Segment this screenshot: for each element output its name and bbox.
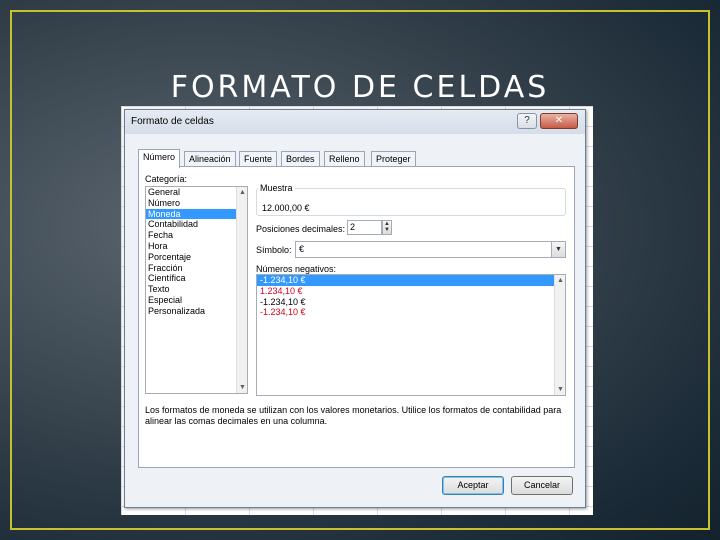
category-listbox[interactable]: General Número Moneda Contabilidad Fecha Hora… — [145, 186, 248, 394]
tab-fuente[interactable]: Fuente — [239, 151, 278, 167]
symbol-value: € — [299, 244, 305, 254]
category-item[interactable]: Porcentaje — [146, 252, 247, 263]
category-item[interactable]: Contabilidad — [146, 219, 247, 230]
screenshot-image: Formato de celdas ? ✕ Número Alineación … — [121, 106, 593, 515]
category-item[interactable]: Fecha — [146, 230, 247, 241]
negative-format-item[interactable]: -1.234,10 € — [257, 307, 565, 318]
category-item[interactable]: Moneda — [146, 208, 247, 220]
dialog-titlebar: Formato de celdas ? ✕ — [125, 110, 585, 134]
format-cells-dialog: Formato de celdas ? ✕ Número Alineación … — [124, 109, 586, 508]
scroll-down-arrow-icon[interactable]: ▼ — [237, 382, 248, 393]
close-icon: ✕ — [554, 115, 564, 126]
accept-button[interactable]: Aceptar — [442, 476, 504, 495]
decimals-input[interactable]: 2 — [347, 220, 382, 235]
category-item[interactable]: General — [146, 187, 247, 198]
negatives-list: -1.234,10 €1.234,10 € -1.234,10 € -1.234,1… — [257, 275, 565, 318]
negative-format-item[interactable]: -1.234,10 € — [257, 297, 565, 308]
category-item[interactable]: Fracción — [146, 263, 247, 274]
cancel-button[interactable]: Cancelar — [511, 476, 573, 495]
tab-alineacion[interactable]: Alineación — [184, 151, 236, 167]
category-scrollbar[interactable]: ▲ ▼ — [236, 187, 247, 393]
negative-format-item[interactable]: -1.234,10 € — [257, 275, 565, 286]
tab-bordes[interactable]: Bordes — [281, 151, 320, 167]
tab-proteger[interactable]: Proteger — [371, 151, 416, 167]
category-list: General Número Moneda Contabilidad Fecha Hora… — [146, 187, 247, 317]
sample-value: 12.000,00 € — [262, 203, 310, 213]
tab-relleno[interactable]: Relleno — [324, 151, 365, 167]
category-item[interactable]: Especial — [146, 295, 247, 306]
category-item[interactable]: Hora — [146, 241, 247, 252]
dialog-title: Formato de celdas — [131, 116, 214, 127]
scroll-down-arrow-icon[interactable]: ▼ — [555, 384, 566, 395]
category-item[interactable]: Personalizada — [146, 306, 247, 317]
negatives-label: Números negativos: — [256, 264, 337, 274]
sample-label: Muestra — [258, 183, 295, 193]
negatives-scrollbar[interactable]: ▲ ▼ — [554, 275, 565, 395]
symbol-label: Símbolo: — [256, 245, 292, 255]
symbol-select[interactable]: € ▼ — [295, 241, 566, 258]
category-label: Categoría: — [145, 174, 188, 184]
category-item[interactable]: Número — [146, 198, 247, 209]
category-item[interactable]: Científica — [146, 273, 247, 284]
decimals-label: Posiciones decimales: — [256, 224, 346, 234]
slide-title: FORMATO DE CELDAS — [170, 70, 550, 105]
category-item[interactable]: Texto — [146, 284, 247, 295]
format-description: Los formatos de moneda se utilizan con l… — [145, 405, 562, 426]
spin-arrows-icon[interactable]: ▲ ▼ — [382, 220, 392, 235]
close-button[interactable]: ✕ — [540, 113, 578, 129]
help-button[interactable]: ? — [517, 113, 537, 129]
chevron-down-icon[interactable]: ▼ — [551, 242, 565, 257]
scroll-up-arrow-icon[interactable]: ▲ — [555, 275, 566, 286]
negative-format-item[interactable]: 1.234,10 € — [257, 286, 565, 297]
negatives-listbox[interactable]: -1.234,10 €1.234,10 € -1.234,10 € -1.234,1… — [256, 274, 566, 396]
tab-numero[interactable]: Número — [138, 149, 181, 168]
scroll-up-arrow-icon[interactable]: ▲ — [237, 187, 248, 198]
help-icon: ? — [524, 115, 530, 126]
